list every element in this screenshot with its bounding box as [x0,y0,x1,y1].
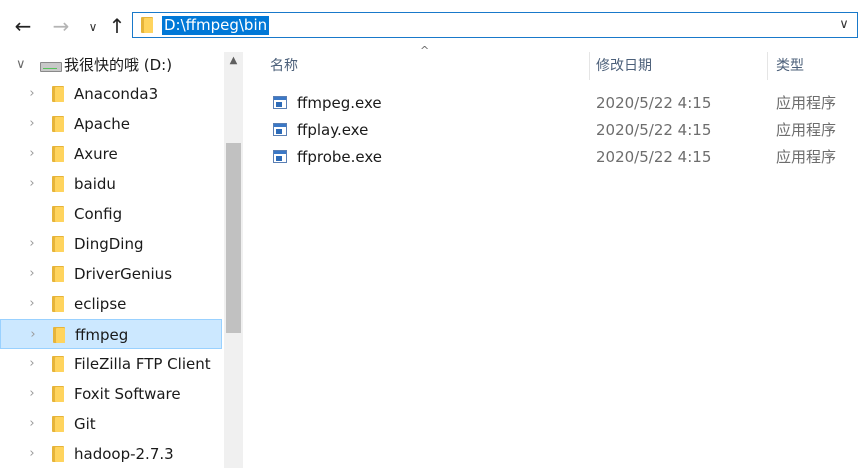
folder-icon [52,446,64,462]
navigation-pane: ∨ 我很快的哦 (D:) › Anaconda3 › Apache › Axure › bai… [0,52,244,468]
chevron-right-icon[interactable]: › [26,229,38,259]
folder-icon [52,386,64,402]
column-divider[interactable] [767,52,768,80]
folder-icon [52,116,64,132]
application-icon [273,123,287,136]
chevron-right-icon[interactable]: › [26,379,38,409]
folder-icon [52,266,64,282]
chevron-right-icon[interactable]: › [27,320,39,350]
folder-icon [52,176,64,192]
folder-icon [52,416,64,432]
file-modified-date: 2020/5/22 4:15 [596,121,712,139]
drive-icon [40,62,62,72]
file-name: ffmpeg.exe [297,94,382,112]
address-path-text[interactable]: D:\ffmpeg\bin [162,16,270,35]
file-row[interactable]: ffprobe.exe 2020/5/22 4:15 应用程序 [244,144,864,171]
application-icon [273,150,287,163]
column-divider[interactable] [589,52,590,80]
arrow-left-icon: ← [14,14,32,38]
chevron-right-icon[interactable]: › [26,289,38,319]
file-row[interactable]: ffmpeg.exe 2020/5/22 4:15 应用程序 [244,90,864,117]
tree-item-label: eclipse [74,295,127,313]
tree-item-folder[interactable]: › Git [0,409,222,439]
tree-item-folder[interactable]: › Apache [0,109,222,139]
tree-item-folder[interactable]: › FileZilla FTP Client [0,349,222,379]
tree-item-folder[interactable]: › Axure [0,139,222,169]
chevron-right-icon[interactable]: › [26,109,38,139]
tree-item-label: Foxit Software [74,385,181,403]
scrollbar-thumb[interactable] [226,142,241,333]
file-name: ffplay.exe [297,121,369,139]
nav-pane-scrollbar[interactable]: ▲ [224,52,243,468]
chevron-right-icon[interactable]: › [26,79,38,109]
folder-icon [52,296,64,312]
folder-icon [52,146,64,162]
file-type: 应用程序 [776,94,837,112]
chevron-right-icon[interactable]: › [26,259,38,289]
chevron-down-icon: ∨ [88,20,98,34]
tree-item-drive-d[interactable]: ∨ 我很快的哦 (D:) [0,52,222,78]
tree-item-label: DriverGenius [74,265,173,283]
column-header-name[interactable]: 名称 [270,52,298,80]
tree-item-folder[interactable]: › hadoop-2.7.3 [0,439,222,469]
column-header-type[interactable]: 类型 [776,52,804,80]
tree-item-label: baidu [74,175,116,193]
folder-icon [52,206,64,222]
file-type: 应用程序 [776,148,837,166]
tree-item-folder[interactable]: › DriverGenius [0,259,222,289]
triangle-up-icon: ▲ [229,55,238,66]
tree-item-label: hadoop-2.7.3 [74,445,174,463]
chevron-right-icon[interactable]: › [26,349,38,379]
tree-item-folder[interactable]: › Anaconda3 [0,79,222,109]
tree-item-folder[interactable]: › DingDing [0,229,222,259]
column-header-date[interactable]: 修改日期 [596,52,652,80]
folder-icon [53,327,65,343]
sort-ascending-icon: ^ [420,44,430,57]
scroll-up-button[interactable]: ▲ [224,52,243,70]
file-modified-date: 2020/5/22 4:15 [596,148,712,166]
tree-item-folder[interactable]: › eclipse [0,289,222,319]
tree-item-label: FileZilla FTP Client [74,355,211,373]
tree-item-folder[interactable]: › baidu [0,169,222,199]
folder-icon [52,356,64,372]
file-modified-date: 2020/5/22 4:15 [596,94,712,112]
back-button[interactable]: ← [12,14,34,38]
arrow-right-icon: → [52,14,70,38]
up-button[interactable]: ↑ [106,14,128,38]
tree-item-label: Config [74,205,123,223]
file-list-pane: ^ 名称 修改日期 类型 ffmpeg.exe 2020/5/22 4:15 应用程… [244,44,864,468]
tree-item-folder[interactable]: Config [0,199,222,229]
tree-item-label: ffmpeg [75,326,129,344]
tree-item-label: Axure [74,145,118,163]
forward-button[interactable]: → [50,14,72,38]
chevron-right-icon[interactable]: › [26,409,38,439]
arrow-up-icon: ↑ [108,14,126,38]
tree-item-label: Anaconda3 [74,85,159,103]
folder-icon [52,86,64,102]
recent-locations-button[interactable]: ∨ [82,15,104,39]
file-type: 应用程序 [776,121,837,139]
chevron-right-icon[interactable]: › [26,439,38,469]
tree-item-label: Git [74,415,96,433]
tree-item-label: Apache [74,115,130,133]
address-dropdown-button[interactable]: ∨ [835,15,853,35]
chevron-right-icon[interactable]: › [26,139,38,169]
chevron-down-icon[interactable]: ∨ [16,52,26,78]
chevron-right-icon[interactable]: › [26,169,38,199]
address-toolbar: ← → ∨ ↑ D:\ffmpeg\bin ∨ [0,0,864,52]
file-name: ffprobe.exe [297,148,382,166]
tree-item-folder[interactable]: › ffmpeg [0,319,222,349]
tree-item-folder[interactable]: › Foxit Software [0,379,222,409]
tree-item-label: 我很快的哦 (D:) [64,56,173,74]
folder-icon [141,17,153,33]
folder-icon [52,236,64,252]
application-icon [273,96,287,109]
file-row[interactable]: ffplay.exe 2020/5/22 4:15 应用程序 [244,117,864,144]
tree-item-label: DingDing [74,235,144,253]
chevron-down-icon: ∨ [839,17,849,32]
address-input[interactable]: D:\ffmpeg\bin ∨ [132,12,858,38]
